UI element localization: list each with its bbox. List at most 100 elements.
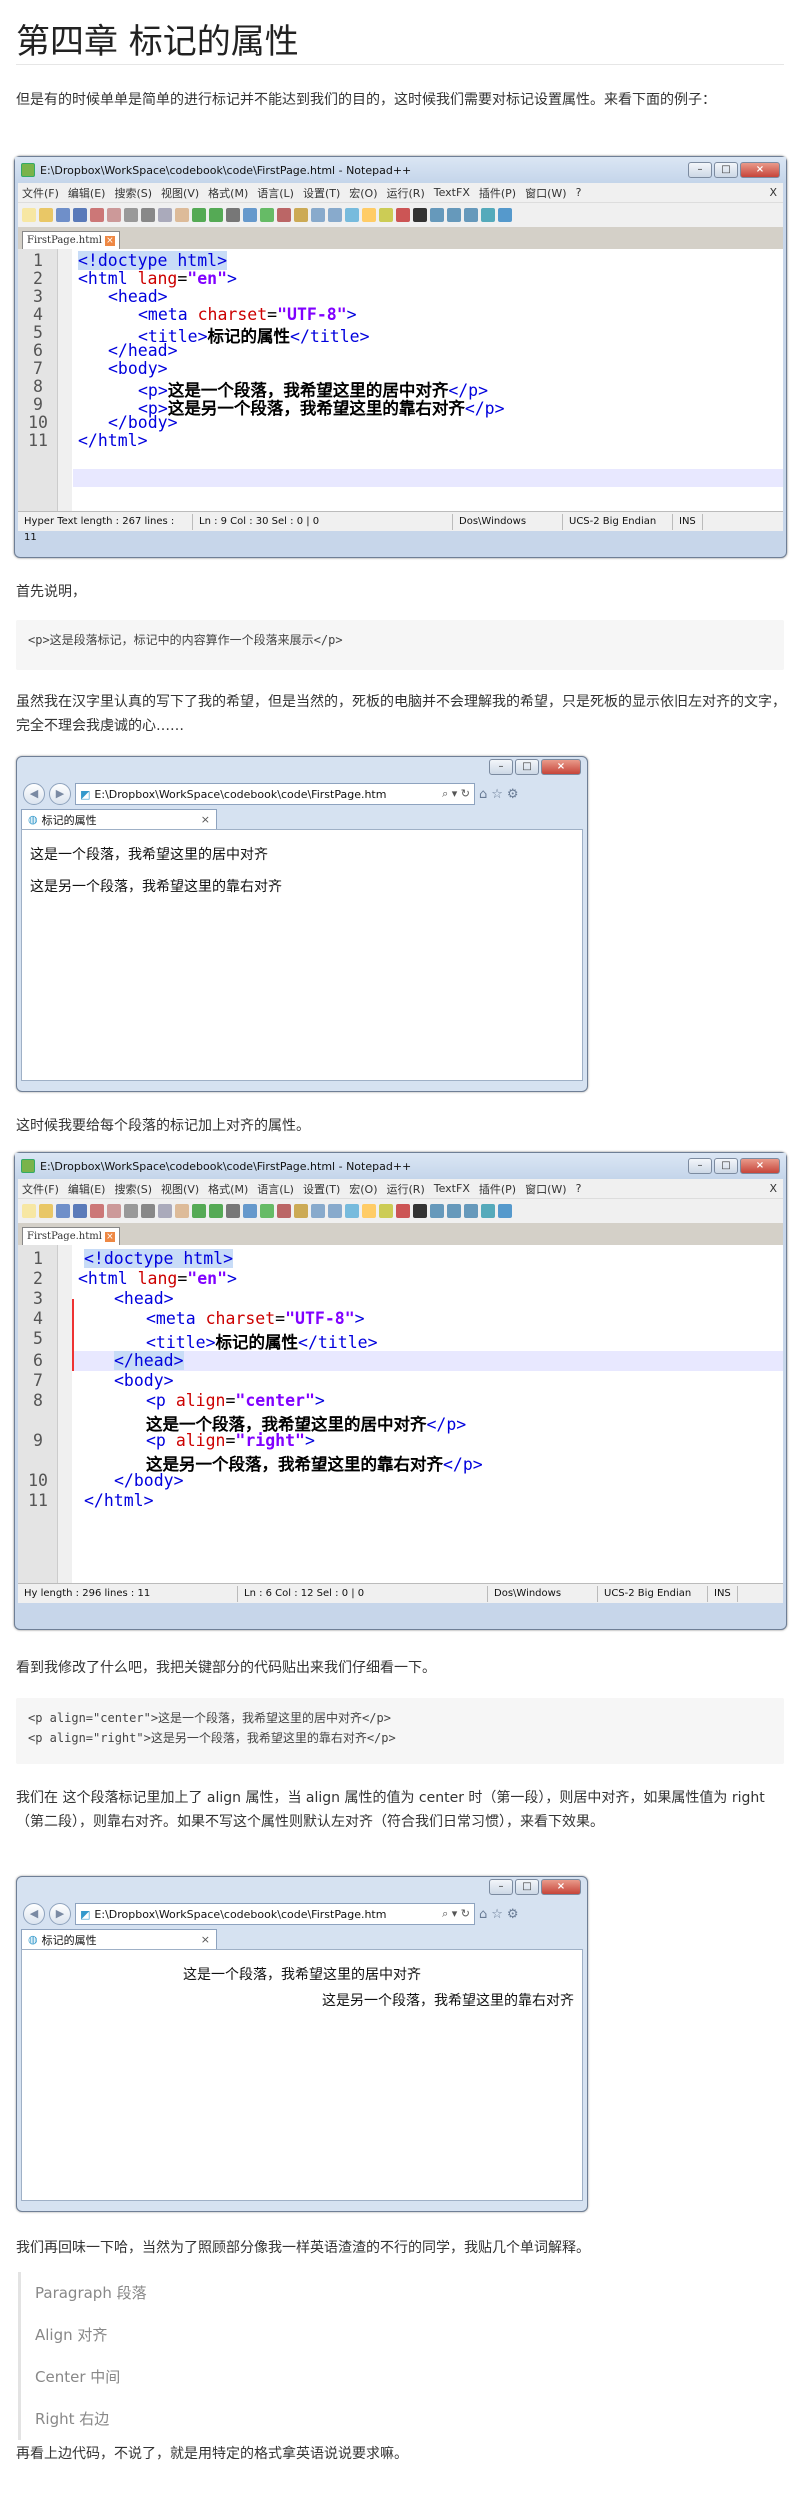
menu-search[interactable]: 搜索(S) [114, 185, 152, 201]
menu-close-doc[interactable]: X [769, 1182, 777, 1195]
doc-map-icon[interactable] [379, 208, 393, 222]
maximize-button[interactable]: □ [714, 1158, 738, 1174]
menu-view[interactable]: 视图(V) [161, 1181, 199, 1197]
close-button[interactable]: × [541, 759, 581, 775]
user-lang-icon[interactable] [362, 208, 376, 222]
print-icon[interactable] [124, 1204, 138, 1218]
open-file-icon[interactable] [39, 208, 53, 222]
undo-icon[interactable] [192, 1204, 206, 1218]
plugin-icon[interactable] [498, 208, 512, 222]
print-icon[interactable] [124, 208, 138, 222]
maximize-button[interactable]: □ [714, 162, 738, 178]
menu-settings[interactable]: 设置(T) [303, 185, 340, 201]
replace-icon[interactable] [243, 1204, 257, 1218]
menu-language[interactable]: 语言(L) [257, 185, 294, 201]
show-all-chars-icon[interactable] [328, 208, 342, 222]
menu-search[interactable]: 搜索(S) [114, 1181, 152, 1197]
new-file-icon[interactable] [22, 1204, 36, 1218]
menu-plugins[interactable]: 插件(P) [479, 185, 516, 201]
sync-scroll-icon[interactable] [294, 208, 308, 222]
new-file-icon[interactable] [22, 208, 36, 222]
redo-icon[interactable] [209, 1204, 223, 1218]
menu-run[interactable]: 运行(R) [387, 1181, 425, 1197]
menu-textfx[interactable]: TextFX [434, 1182, 470, 1195]
code-editor[interactable]: 1 2 3 4 5 6 7 8 9 10 11 <!doctype html> … [18, 249, 783, 511]
menu-edit[interactable]: 编辑(E) [68, 185, 106, 201]
forward-icon[interactable]: ▶ [49, 1903, 71, 1925]
show-all-chars-icon[interactable] [328, 1204, 342, 1218]
minimize-button[interactable]: – [688, 162, 712, 178]
word-wrap-icon[interactable] [311, 1204, 325, 1218]
redo-icon[interactable] [209, 208, 223, 222]
replace-icon[interactable] [243, 208, 257, 222]
record-macro-icon[interactable] [396, 208, 410, 222]
close-button[interactable]: × [740, 162, 780, 178]
minimize-button[interactable]: – [688, 1158, 712, 1174]
plugin-icon[interactable] [498, 1204, 512, 1218]
save-macro-icon[interactable] [464, 1204, 478, 1218]
menu-window[interactable]: 窗口(W) [525, 185, 566, 201]
find-icon[interactable] [226, 1204, 240, 1218]
tab-close-icon[interactable]: × [104, 1231, 115, 1242]
undo-icon[interactable] [192, 208, 206, 222]
minimize-button[interactable]: – [489, 1879, 513, 1895]
search-icon[interactable]: ⌕ ▾ ↻ [442, 787, 470, 801]
menu-file[interactable]: 文件(F) [22, 185, 59, 201]
menu-edit[interactable]: 编辑(E) [68, 1181, 106, 1197]
menu-view[interactable]: 视图(V) [161, 185, 199, 201]
spell-check-icon[interactable] [481, 1204, 495, 1218]
run-macro-icon[interactable] [447, 208, 461, 222]
zoom-in-icon[interactable] [260, 208, 274, 222]
favorites-icon[interactable]: ☆ [491, 1907, 503, 1922]
stop-macro-icon[interactable] [413, 208, 427, 222]
gear-icon[interactable]: ⚙ [507, 1907, 519, 1922]
minimize-button[interactable]: – [489, 759, 513, 775]
close-button[interactable]: × [740, 1158, 780, 1174]
zoom-out-icon[interactable] [277, 1204, 291, 1218]
close-all-icon[interactable] [107, 1204, 121, 1218]
browser-tab[interactable]: ◍ 标记的属性 × [21, 809, 217, 829]
home-icon[interactable]: ⌂ [479, 787, 487, 802]
zoom-in-icon[interactable] [260, 1204, 274, 1218]
paste-icon[interactable] [175, 1204, 189, 1218]
indent-guide-icon[interactable] [345, 1204, 359, 1218]
address-bar[interactable]: ◩ E:\Dropbox\WorkSpace\codebook\code\Firs… [75, 783, 475, 805]
zoom-out-icon[interactable] [277, 208, 291, 222]
doc-map-icon[interactable] [379, 1204, 393, 1218]
maximize-button[interactable]: □ [515, 759, 539, 775]
maximize-button[interactable]: □ [515, 1879, 539, 1895]
copy-icon[interactable] [158, 1204, 172, 1218]
find-icon[interactable] [226, 208, 240, 222]
menu-help[interactable]: ? [576, 186, 582, 199]
tab-close-icon[interactable]: × [201, 1933, 210, 1946]
menu-file[interactable]: 文件(F) [22, 1181, 59, 1197]
close-button[interactable]: × [541, 1879, 581, 1895]
save-icon[interactable] [56, 208, 70, 222]
play-macro-icon[interactable] [430, 1204, 444, 1218]
menu-format[interactable]: 格式(M) [208, 185, 248, 201]
menu-language[interactable]: 语言(L) [257, 1181, 294, 1197]
code-editor[interactable]: 1 2 3 4 5 6 7 8 9 10 11 <!doctype html> … [18, 1245, 783, 1583]
play-macro-icon[interactable] [430, 208, 444, 222]
menu-window[interactable]: 窗口(W) [525, 1181, 566, 1197]
menu-settings[interactable]: 设置(T) [303, 1181, 340, 1197]
save-all-icon[interactable] [73, 1204, 87, 1218]
menu-format[interactable]: 格式(M) [208, 1181, 248, 1197]
search-icon[interactable]: ⌕ ▾ ↻ [442, 1907, 470, 1921]
tab-close-icon[interactable]: × [104, 235, 115, 246]
menu-help[interactable]: ? [576, 1182, 582, 1195]
back-icon[interactable]: ◀ [23, 783, 45, 805]
paste-icon[interactable] [175, 208, 189, 222]
gear-icon[interactable]: ⚙ [507, 787, 519, 802]
back-icon[interactable]: ◀ [23, 1903, 45, 1925]
word-wrap-icon[interactable] [311, 208, 325, 222]
menu-run[interactable]: 运行(R) [387, 185, 425, 201]
user-lang-icon[interactable] [362, 1204, 376, 1218]
save-macro-icon[interactable] [464, 208, 478, 222]
save-icon[interactable] [56, 1204, 70, 1218]
indent-guide-icon[interactable] [345, 208, 359, 222]
menu-plugins[interactable]: 插件(P) [479, 1181, 516, 1197]
file-tab[interactable]: FirstPage.html × [22, 1227, 120, 1245]
cut-icon[interactable] [141, 208, 155, 222]
menu-textfx[interactable]: TextFX [434, 186, 470, 199]
